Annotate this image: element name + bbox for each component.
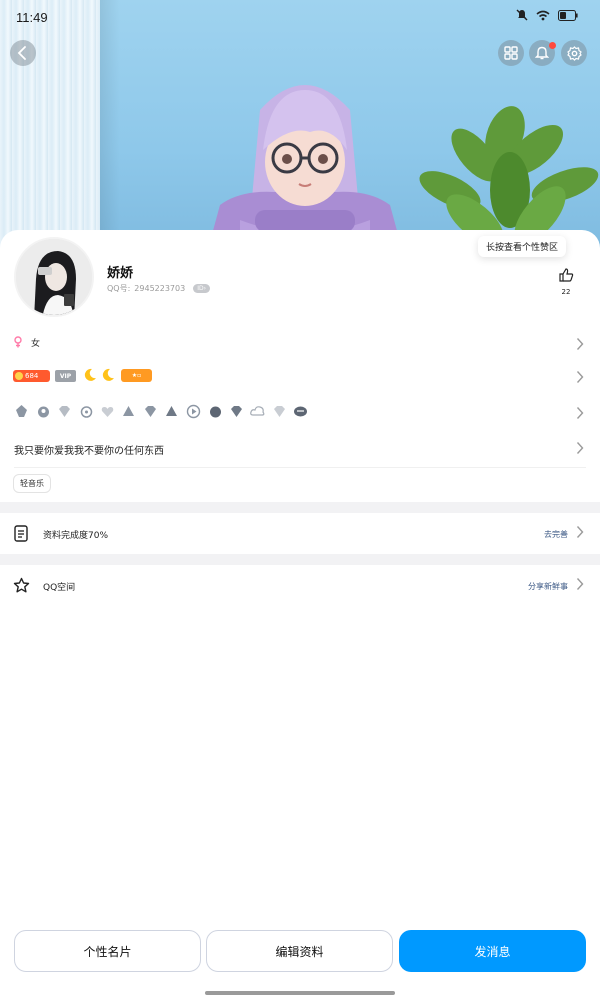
play-icon [186, 404, 201, 419]
gender-row[interactable]: 女 [0, 333, 600, 353]
home-indicator[interactable] [205, 991, 395, 995]
chevron-right-icon [576, 526, 584, 538]
medal-icon [38, 406, 49, 418]
send-message-button[interactable]: 发消息 [399, 930, 586, 972]
chevron-right-icon [576, 338, 584, 350]
chevron-right-icon [576, 371, 584, 383]
like-button[interactable]: 22 [553, 267, 579, 296]
signature-text: 我只要你爱我我不要你の任何东西 [14, 446, 164, 457]
settings-button[interactable] [561, 40, 587, 66]
diamond-icon [59, 406, 70, 417]
divider [14, 467, 586, 468]
game-logo-icon [294, 406, 307, 417]
avatar[interactable] [14, 237, 94, 317]
completion-label: 资料完成度70% [43, 531, 109, 541]
level-badges-row[interactable]: 684 VIP ★▫ [0, 367, 600, 387]
qq-number-line[interactable]: QQ号: 2945223703 ID› [107, 283, 210, 294]
profile-card-button[interactable]: 个性名片 [14, 930, 201, 972]
medals-row[interactable] [0, 402, 600, 424]
cover-curtain [0, 0, 100, 250]
thumbs-up-icon [559, 268, 574, 282]
heart-icon [101, 407, 114, 417]
qr-code-button[interactable] [498, 40, 524, 66]
qq-label: QQ号: [107, 284, 131, 293]
medal-icon [210, 406, 221, 418]
chevron-right-icon [576, 578, 584, 590]
qzone-row[interactable]: QQ空间 分享新鲜事 [0, 565, 600, 606]
moon-level-icon [84, 368, 96, 381]
share-news-link[interactable]: 分享新鲜事 [528, 581, 568, 592]
gear-icon [566, 45, 582, 61]
interest-tag[interactable]: 轻音乐 [13, 474, 51, 493]
chevron-right-icon [576, 407, 584, 419]
profile-card: 娇娇 QQ号: 2945223703 ID› 长按查看个性赞区 22 女 684… [0, 230, 600, 1000]
battery-icon [558, 9, 578, 21]
female-icon [14, 336, 22, 348]
chevron-right-icon [576, 442, 584, 454]
gender-label: 女 [31, 339, 41, 349]
diamond-icon [231, 406, 242, 417]
star-icon [13, 577, 30, 593]
medal-icon [16, 405, 27, 417]
id-badge[interactable]: ID› [193, 284, 210, 293]
section-divider [0, 502, 600, 513]
section-divider [0, 554, 600, 565]
like-tooltip: 长按查看个性赞区 [478, 236, 567, 257]
diamond-icon [145, 406, 156, 417]
qr-grid-icon [504, 46, 518, 60]
qzone-label: QQ空间 [43, 583, 76, 593]
qq-number: 2945223703 [134, 284, 186, 293]
profile-cover[interactable] [0, 0, 600, 250]
complete-profile-link[interactable]: 去完善 [544, 529, 568, 540]
diamond-icon [274, 406, 285, 417]
wifi-icon [536, 10, 550, 20]
like-count: 22 [561, 288, 571, 296]
moon-level-icon [102, 368, 114, 381]
status-bar: 11:49 [0, 0, 600, 34]
cloud-icon [250, 406, 265, 416]
bell-icon [535, 46, 549, 60]
medal-icon [166, 406, 177, 416]
notification-button[interactable] [529, 40, 556, 66]
status-time: 11:49 [16, 10, 48, 25]
status-badge: ★▫ [121, 369, 152, 382]
avatar-photo [16, 239, 92, 315]
mute-bell-icon [516, 9, 528, 21]
back-button[interactable] [10, 40, 36, 66]
signature-row[interactable]: 我只要你爱我我不要你の任何东西 [0, 438, 600, 458]
notification-dot [549, 42, 556, 49]
profile-completion-row[interactable]: 资料完成度70% 去完善 [0, 513, 600, 554]
zplan-avatar-image[interactable] [200, 70, 410, 250]
level-badge: 684 [13, 370, 50, 382]
vip-badge: VIP [55, 370, 76, 382]
nickname: 娇娇 [107, 266, 134, 281]
plant-decoration [419, 106, 599, 246]
edit-profile-button[interactable]: 编辑资料 [206, 930, 393, 972]
medal-icon [123, 406, 134, 416]
chevron-left-icon [17, 46, 26, 60]
medal-icon [80, 406, 93, 418]
document-icon [14, 525, 28, 542]
